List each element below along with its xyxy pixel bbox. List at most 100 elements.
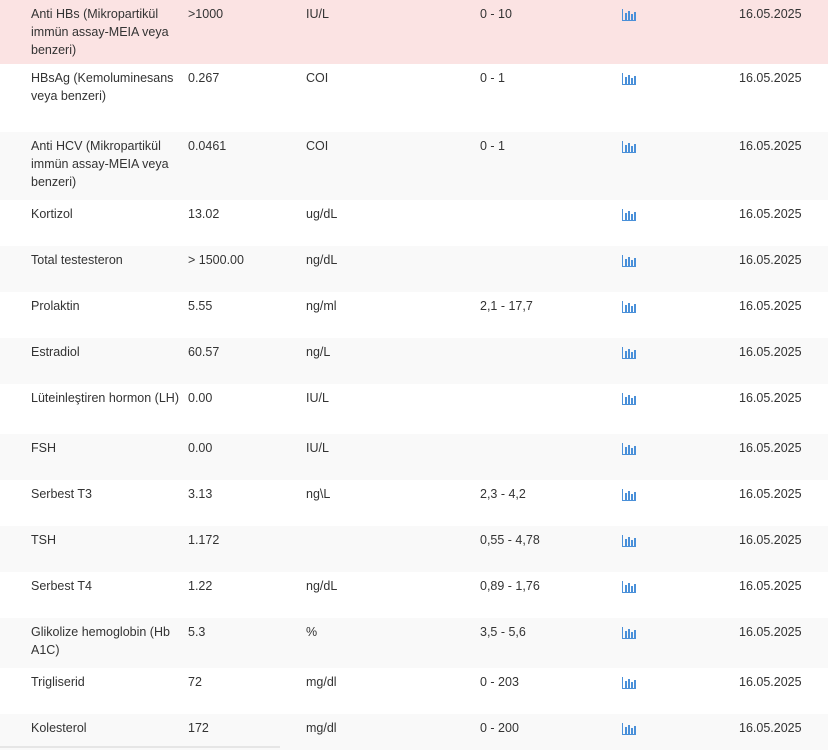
test-date: 16.05.2025 (739, 139, 802, 153)
table-row: Serbest T4 1.22 ng/dL 0,89 - 1,76 16.05.2025 (0, 572, 828, 618)
test-name: Trigliserid (31, 675, 85, 689)
test-name: Glikolize hemoglobin (Hb A1C) (31, 625, 170, 657)
reference-range: 0,89 - 1,76 (480, 579, 540, 593)
table-row: Trigliserid 72 mg/dl 0 - 203 16.05.2025 (0, 668, 828, 714)
test-name: TSH (31, 533, 56, 547)
test-value: 172 (188, 721, 209, 735)
test-name: Estradiol (31, 345, 80, 359)
test-value: 0.0461 (188, 139, 227, 153)
bar-chart-icon[interactable] (622, 8, 638, 21)
bar-chart-icon[interactable] (622, 208, 638, 221)
test-name: Serbest T3 (31, 487, 92, 501)
test-name: Lüteinleştiren hormon (LH) (31, 391, 179, 405)
test-unit: ug/dL (306, 207, 338, 221)
test-date: 16.05.2025 (739, 207, 802, 221)
bar-chart-icon[interactable] (622, 254, 638, 267)
reference-range: 2,1 - 17,7 (480, 299, 533, 313)
reference-range: 2,3 - 4,2 (480, 487, 526, 501)
test-unit: IU/L (306, 7, 329, 21)
table-row: HBsAg (Kemoluminesans veya benzeri) 0.267… (0, 64, 828, 132)
table-row: TSH 1.172 0,55 - 4,78 16.05.2025 (0, 526, 828, 572)
test-value: 72 (188, 675, 202, 689)
table-row: Anti HBs (Mikropartikül immün assay-MEIA… (0, 0, 828, 64)
table-row: Glikolize hemoglobin (Hb A1C) 5.3% 3,5 - 5… (0, 618, 828, 668)
test-date: 16.05.2025 (739, 7, 802, 21)
test-value: > 1500.00 (188, 253, 244, 267)
test-name: Prolaktin (31, 299, 80, 313)
reference-range: 0 - 200 (480, 721, 519, 735)
test-date: 16.05.2025 (739, 441, 802, 455)
test-unit: COI (306, 71, 329, 85)
bar-chart-icon[interactable] (622, 392, 638, 405)
test-unit: ng/ml (306, 299, 337, 313)
test-date: 16.05.2025 (739, 487, 802, 501)
test-value: >1000 (188, 7, 224, 21)
bar-chart-icon[interactable] (622, 534, 638, 547)
table-row: FSH 0.00 IU/L 16.05.2025 (0, 434, 828, 480)
test-value: 1.22 (188, 579, 213, 593)
test-value: 3.13 (188, 487, 213, 501)
table-bottom-border (0, 746, 280, 748)
bar-chart-icon[interactable] (622, 72, 638, 85)
bar-chart-icon[interactable] (622, 140, 638, 153)
reference-range: 0 - 203 (480, 675, 519, 689)
test-unit: mg/dl (306, 675, 337, 689)
test-value: 1.172 (188, 533, 220, 547)
test-name: Serbest T4 (31, 579, 92, 593)
test-unit: % (306, 625, 318, 639)
test-date: 16.05.2025 (739, 299, 802, 313)
reference-range: 0 - 1 (480, 139, 506, 153)
test-value: 0.00 (188, 391, 213, 405)
table-row: Serbest T3 3.13 ng\L 2,3 - 4,2 16.05.2025 (0, 480, 828, 526)
test-unit: IU/L (306, 391, 329, 405)
test-date: 16.05.2025 (739, 345, 802, 359)
test-value: 60.57 (188, 345, 220, 359)
test-value: 0.00 (188, 441, 213, 455)
bar-chart-icon[interactable] (622, 676, 638, 689)
test-unit: ng\L (306, 487, 331, 501)
test-unit: IU/L (306, 441, 329, 455)
lab-results-table: Anti HBs (Mikropartikül immün assay-MEIA… (0, 0, 828, 750)
test-value: 5.3 (188, 625, 206, 639)
test-date: 16.05.2025 (739, 253, 802, 267)
bar-chart-icon[interactable] (622, 300, 638, 313)
bar-chart-icon[interactable] (622, 626, 638, 639)
bar-chart-icon[interactable] (622, 442, 638, 455)
test-unit: ng/L (306, 345, 331, 359)
reference-range: 0,55 - 4,78 (480, 533, 540, 547)
test-name: HBsAg (Kemoluminesans veya benzeri) (31, 71, 174, 103)
table-row: Kolesterol 172 mg/dl 0 - 200 16.05.2025 (0, 714, 828, 750)
test-unit: ng/dL (306, 579, 338, 593)
test-name: Kortizol (31, 207, 73, 221)
bar-chart-icon[interactable] (622, 346, 638, 359)
test-name: Anti HBs (Mikropartikül immün assay-MEIA… (31, 7, 169, 57)
test-name: FSH (31, 441, 56, 455)
test-date: 16.05.2025 (739, 675, 802, 689)
test-value: 13.02 (188, 207, 220, 221)
reference-range: 0 - 1 (480, 71, 506, 85)
test-date: 16.05.2025 (739, 579, 802, 593)
table-row: Anti HCV (Mikropartikül immün assay-MEIA… (0, 132, 828, 200)
table-row: Lüteinleştiren hormon (LH) 0.00 IU/L 16.05.… (0, 384, 828, 434)
test-date: 16.05.2025 (739, 721, 802, 735)
test-date: 16.05.2025 (739, 533, 802, 547)
table-row: Estradiol 60.57 ng/L 16.05.2025 (0, 338, 828, 384)
bar-chart-icon[interactable] (622, 722, 638, 735)
bar-chart-icon[interactable] (622, 488, 638, 501)
test-name: Total testesteron (31, 253, 123, 267)
test-value: 5.55 (188, 299, 213, 313)
test-name: Anti HCV (Mikropartikül immün assay-MEIA… (31, 139, 169, 189)
test-unit: ng/dL (306, 253, 338, 267)
reference-range: 0 - 10 (480, 7, 512, 21)
reference-range: 3,5 - 5,6 (480, 625, 526, 639)
test-value: 0.267 (188, 71, 220, 85)
test-date: 16.05.2025 (739, 625, 802, 639)
test-unit: mg/dl (306, 721, 337, 735)
table-row: Prolaktin 5.55 ng/ml 2,1 - 17,7 16.05.2025 (0, 292, 828, 338)
test-date: 16.05.2025 (739, 391, 802, 405)
test-unit: COI (306, 139, 329, 153)
table-row: Kortizol 13.02 ug/dL 16.05.2025 (0, 200, 828, 246)
bar-chart-icon[interactable] (622, 580, 638, 593)
table-row: Total testesteron > 1500.00 ng/dL 16.05.202… (0, 246, 828, 292)
test-date: 16.05.2025 (739, 71, 802, 85)
